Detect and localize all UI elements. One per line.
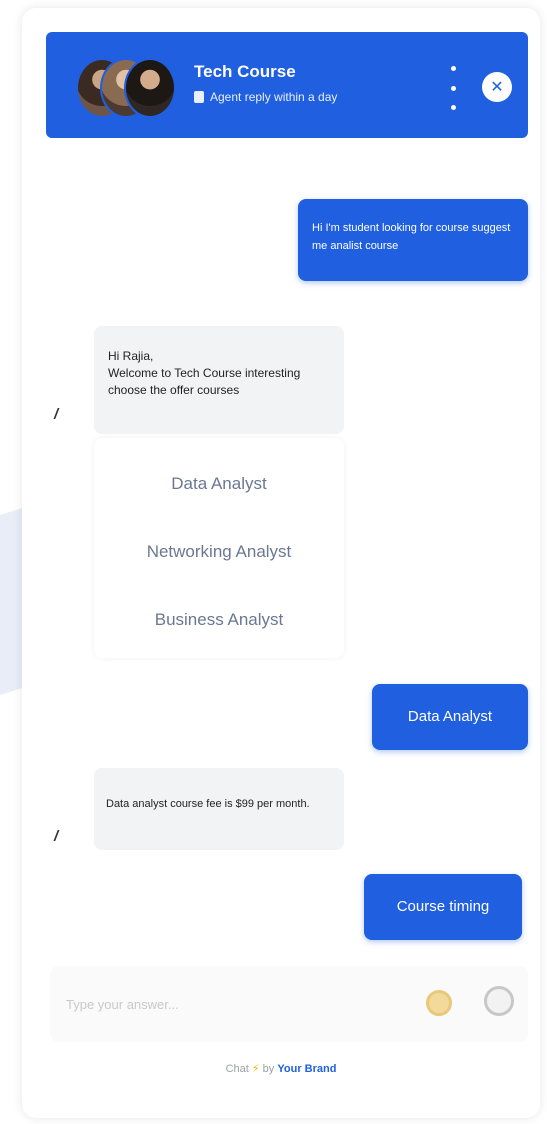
message-input[interactable] [64, 988, 388, 1020]
reply-time-text: Agent reply within a day [210, 90, 338, 104]
bot-icon: / [54, 828, 59, 845]
chat-header: Tech Course Agent reply within a day ✕ [46, 32, 528, 138]
chat-title: Tech Course [194, 62, 296, 81]
course-options: Data Analyst Networking Analyst Business… [94, 438, 344, 658]
option-data-analyst[interactable]: Data Analyst [94, 464, 344, 504]
bot-message: Hi Rajia, Welcome to Tech Course interes… [94, 326, 344, 434]
attachment-button[interactable] [484, 986, 514, 1016]
footer-chat-text: Chat [225, 1063, 249, 1075]
bot-welcome: Welcome to Tech Course interesting choos… [108, 366, 301, 397]
close-button[interactable]: ✕ [482, 72, 512, 102]
bot-icon: / [54, 406, 59, 423]
user-message: Course timing [364, 874, 522, 940]
user-message: Data Analyst [372, 684, 528, 750]
message-composer [50, 966, 528, 1042]
powered-by: Chat ⚡ by Your Brand [22, 1062, 540, 1075]
bot-greeting: Hi Rajia, [108, 349, 154, 363]
brand-link[interactable]: Your Brand [277, 1063, 336, 1075]
emoji-button[interactable] [426, 990, 452, 1016]
bolt-icon: ⚡ [251, 1063, 260, 1075]
option-networking-analyst[interactable]: Networking Analyst [94, 532, 344, 572]
close-icon: ✕ [490, 79, 504, 96]
reply-time: Agent reply within a day [194, 90, 337, 104]
avatar [124, 58, 176, 118]
bot-message: Data analyst course fee is $99 per month… [94, 768, 344, 850]
chat-widget: Tech Course Agent reply within a day ✕ H… [22, 8, 540, 1118]
clock-icon [194, 91, 204, 103]
option-business-analyst[interactable]: Business Analyst [94, 600, 344, 640]
user-message: Hi I'm student looking for course sugges… [298, 199, 528, 281]
agent-avatars [76, 58, 176, 118]
page: Tech Course Agent reply within a day ✕ H… [0, 0, 547, 1124]
more-options-icon[interactable] [446, 66, 460, 110]
footer-by-text: by [262, 1063, 275, 1075]
